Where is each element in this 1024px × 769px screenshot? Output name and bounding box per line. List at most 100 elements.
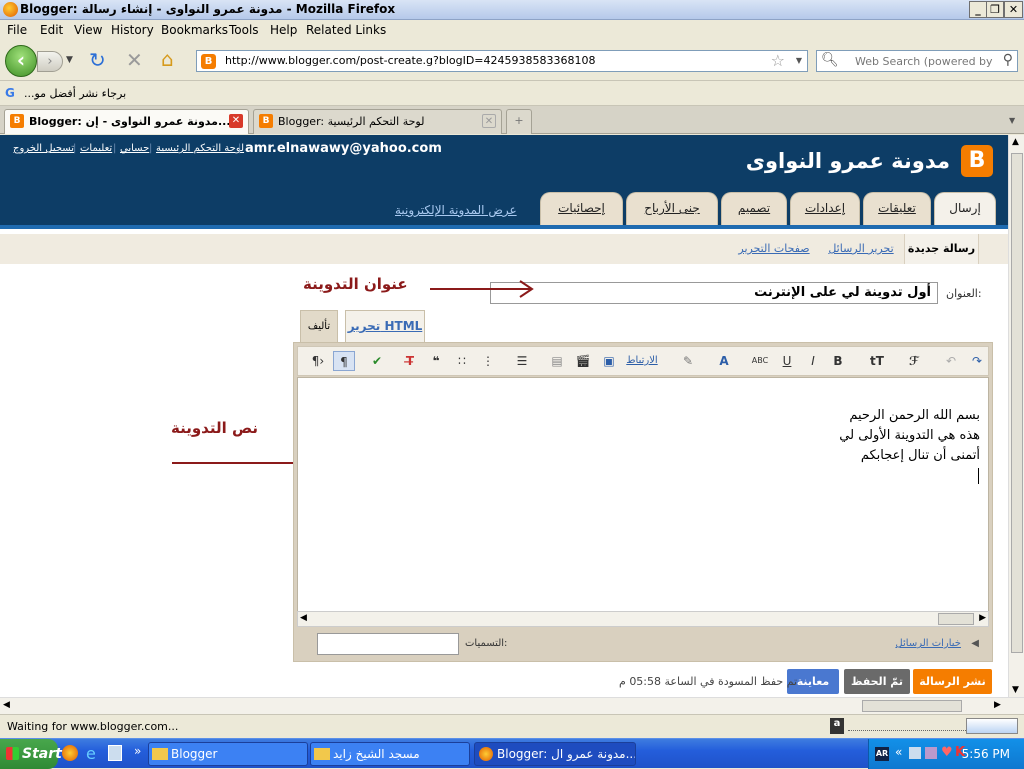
menu-bookmarks[interactable]: Bookmarks	[161, 23, 228, 37]
highlight-icon[interactable]: ✎	[677, 351, 699, 371]
post-options-link[interactable]: خيارات الرسائل	[895, 638, 961, 649]
firefox-quicklaunch-icon[interactable]	[62, 745, 78, 761]
tab-settings[interactable]: إعدادات	[790, 192, 860, 225]
spellcheck-icon[interactable]: ✔	[366, 351, 388, 371]
back-button[interactable]: ‹	[5, 45, 37, 77]
search-go-icon[interactable]: ⚲	[1003, 52, 1013, 68]
numbered-list-icon[interactable]: ⋮	[477, 351, 499, 371]
subnav-edit-posts[interactable]: تحرير الرسائل	[820, 234, 902, 264]
home-icon[interactable]: ⌂	[161, 47, 174, 71]
bookmark-star-icon[interactable]: ☆	[771, 51, 785, 70]
tray-expand-icon[interactable]: «	[895, 745, 902, 759]
search-engine-icon[interactable]: 🔍︎	[821, 52, 839, 68]
saved-button[interactable]: تمّ الحفظ	[844, 669, 910, 694]
labels-input[interactable]	[317, 633, 459, 655]
url-bar[interactable]: B http://www.blogger.com/post-create.g?b…	[196, 50, 808, 72]
post-title-input[interactable]: أول تدوينة لي على الإنترنت	[490, 282, 938, 304]
font-icon[interactable]: ℱ	[903, 351, 925, 371]
menu-tools[interactable]: Tools	[229, 23, 259, 37]
tab-list-icon[interactable]: ▼	[1009, 116, 1015, 125]
strikethrough-icon[interactable]: ABC	[749, 351, 771, 371]
tab-posting[interactable]: إرسال	[934, 192, 996, 225]
bullet-list-icon[interactable]: ∷	[451, 351, 473, 371]
close-tab-icon[interactable]: ✕	[229, 114, 243, 128]
tab-blogger-create[interactable]: B Blogger: مدونة عمرو النواوى - إن... ✕	[4, 109, 249, 134]
reload-icon[interactable]: ↻	[89, 48, 106, 72]
tab-layout[interactable]: تصميم	[721, 192, 787, 225]
jump-break-icon[interactable]: ▤	[546, 351, 568, 371]
new-tab-button[interactable]: +	[506, 109, 532, 134]
header-link-signout[interactable]: تسجيل الخروج	[13, 143, 74, 154]
scroll-left-icon[interactable]: ◀	[300, 613, 307, 623]
minimize-button[interactable]: _	[969, 1, 987, 18]
network-icon[interactable]	[909, 747, 921, 759]
subnav-edit-pages[interactable]: صفحات التحرير	[730, 234, 818, 264]
subnav-new-post[interactable]: رسالة جديدة	[904, 234, 979, 264]
tab-comments[interactable]: تعليقات	[863, 192, 931, 225]
scroll-thumb[interactable]	[1011, 153, 1023, 653]
page-horizontal-scrollbar[interactable]: ◀ ▶	[0, 697, 1024, 714]
view-blog-link[interactable]: عرض المدونة الإلكترونية	[395, 203, 517, 217]
app-quicklaunch-icon[interactable]	[108, 745, 122, 761]
language-indicator[interactable]: AR	[875, 747, 889, 761]
tab-edit-html[interactable]: تحرير HTML	[345, 310, 425, 343]
italic-icon[interactable]: I	[802, 351, 824, 371]
header-link-account[interactable]: حسابي	[120, 143, 149, 154]
menu-history[interactable]: History	[111, 23, 154, 37]
header-link-dashboard[interactable]: لوحة التحكم الرئيسية	[156, 143, 244, 154]
tray-heart-icon[interactable]: ♥	[941, 745, 953, 760]
scroll-right-icon[interactable]: ▶	[979, 613, 986, 623]
menu-view[interactable]: View	[74, 23, 102, 37]
taskbar-item-firefox[interactable]: Blogger: مدونة عمرو ال...	[474, 742, 636, 766]
post-body-editor[interactable]: بسم الله الرحمن الرحيم هذه هي التدوينة ا…	[297, 377, 989, 613]
forward-button[interactable]: ›	[37, 51, 63, 72]
publish-post-button[interactable]: نشر الرسالة	[913, 669, 992, 694]
close-button[interactable]: ✕	[1004, 1, 1023, 18]
scroll-thumb[interactable]	[938, 613, 974, 625]
bold-icon[interactable]: B	[827, 351, 849, 371]
menu-help[interactable]: Help	[270, 23, 297, 37]
url-dropdown-icon[interactable]: ▼	[796, 56, 802, 65]
tab-blogger-dashboard[interactable]: B Blogger: لوحة التحكم الرئيسية ✕	[253, 109, 502, 134]
page-vertical-scrollbar[interactable]: ▲ ▼	[1008, 135, 1024, 697]
header-link-help[interactable]: تعليمات	[80, 143, 112, 154]
menu-edit[interactable]: Edit	[40, 23, 63, 37]
ltr-icon[interactable]: ¶›	[307, 351, 329, 371]
remove-format-icon[interactable]: T̶	[399, 351, 421, 371]
scroll-left-icon[interactable]: ◀	[3, 700, 10, 710]
bookmark-item[interactable]: برجاء نشر أفضل مو...	[24, 87, 126, 100]
tab-compose[interactable]: تأليف	[300, 310, 338, 343]
redo-icon[interactable]: ↷	[966, 351, 988, 371]
undo-icon[interactable]: ↶	[940, 351, 962, 371]
rtl-icon[interactable]: ¶	[333, 351, 355, 371]
stop-icon[interactable]: ✕	[126, 48, 143, 72]
addon-icon[interactable]: a	[830, 718, 844, 734]
ie-quicklaunch-icon[interactable]: e	[86, 744, 96, 763]
font-size-icon[interactable]: tT	[866, 351, 888, 371]
image-icon[interactable]: ▣	[598, 351, 620, 371]
underline-icon[interactable]: U	[776, 351, 798, 371]
editor-horizontal-scrollbar[interactable]: ◀ ▶	[297, 611, 989, 627]
align-icon[interactable]: ☰	[511, 351, 533, 371]
history-dropdown-icon[interactable]: ▼	[66, 55, 73, 65]
tray-app-icon[interactable]	[925, 747, 937, 759]
text-color-icon[interactable]: A	[713, 351, 735, 371]
scroll-down-icon[interactable]: ▼	[1012, 685, 1019, 695]
tab-monetize[interactable]: جنى الأرباح	[626, 192, 718, 225]
close-tab-icon[interactable]: ✕	[482, 114, 496, 128]
quicklaunch-more-icon[interactable]: »	[134, 744, 141, 758]
menu-related-links[interactable]: Related Links	[306, 23, 386, 37]
scroll-right-icon[interactable]: ▶	[994, 700, 1001, 710]
link-button[interactable]: الارتباط	[624, 351, 660, 371]
video-icon[interactable]: 🎬︎	[572, 351, 594, 371]
maximize-button[interactable]: ❐	[986, 1, 1004, 18]
scroll-up-icon[interactable]: ▲	[1012, 137, 1019, 147]
blockquote-icon[interactable]: ❝	[425, 351, 447, 371]
taskbar-item-folder[interactable]: مسجد الشيخ زايد	[310, 742, 470, 766]
menu-file[interactable]: File	[7, 23, 27, 37]
search-bar[interactable]: 🔍︎ Web Search (powered by Goo ⚲	[816, 50, 1018, 72]
scroll-thumb[interactable]	[862, 700, 962, 712]
expand-options-icon[interactable]: ◀	[971, 638, 979, 649]
tab-stats[interactable]: إحصائيات	[540, 192, 623, 225]
taskbar-item-blogger[interactable]: Blogger	[148, 742, 308, 766]
